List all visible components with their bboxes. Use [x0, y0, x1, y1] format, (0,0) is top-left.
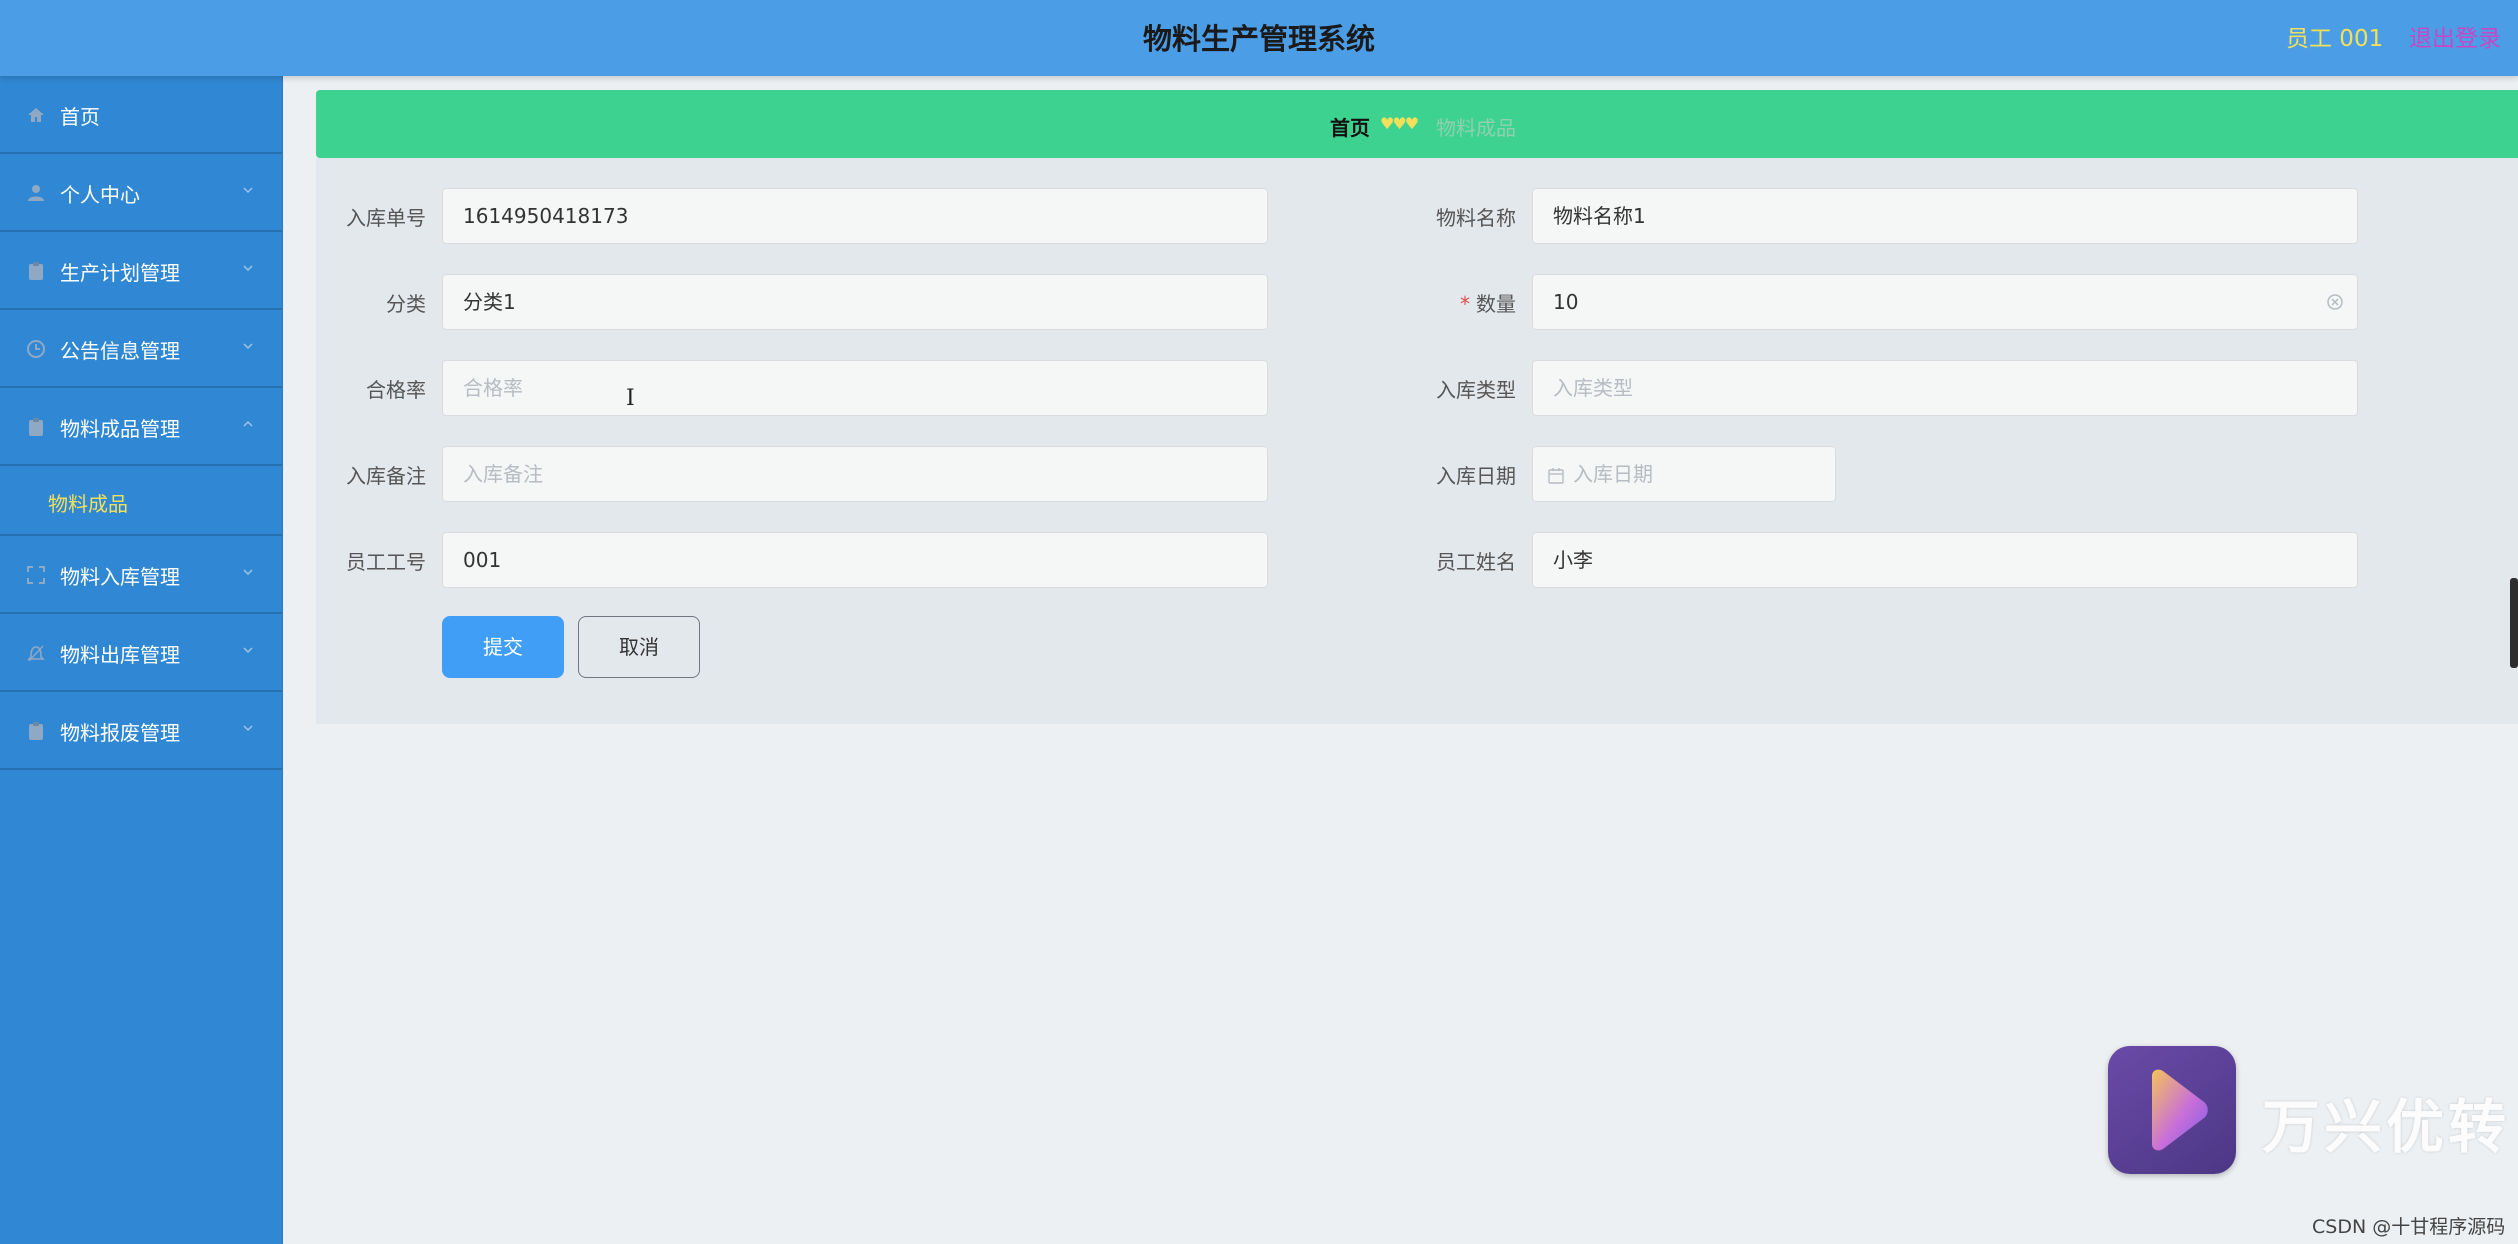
sidebar-subitem-label: 物料成品 [48, 492, 128, 516]
sidebar-subitem-finished-material[interactable]: 物料成品 [0, 466, 282, 536]
sidebar-item-personal-center[interactable]: 个人中心 [0, 154, 282, 232]
home-icon [28, 108, 44, 122]
employee-name-input[interactable]: 小李 [1532, 532, 2358, 588]
sidebar-item-material-outbound[interactable]: 物料出库管理 [0, 614, 282, 692]
chevron-down-icon [243, 265, 253, 272]
sidebar-item-announcement[interactable]: 公告信息管理 [0, 310, 282, 388]
sidebar-item-label: 公告信息管理 [60, 339, 180, 363]
sidebar-item-label: 物料成品管理 [60, 417, 180, 441]
breadcrumb-home[interactable]: 首页 [1330, 112, 1370, 141]
quantity-label: * 数量 [1406, 288, 1516, 317]
sidebar-item-label: 个人中心 [60, 183, 140, 207]
entry-date-placeholder: 入库日期 [1573, 462, 1653, 486]
material-name-label: 物料名称 [1436, 206, 1516, 230]
chevron-down-icon [243, 343, 253, 350]
cancel-button[interactable]: 取消 [578, 616, 700, 678]
clipboard-icon [29, 262, 43, 280]
sidebar-item-finished-material[interactable]: 物料成品管理 [0, 388, 282, 466]
submit-button[interactable]: 提交 [442, 616, 564, 678]
category-label: 分类 [386, 292, 426, 316]
chevron-up-icon [243, 420, 253, 427]
sidebar-item-production-plan[interactable]: 生产计划管理 [0, 232, 282, 310]
app-title: 物料生产管理系统 [1142, 22, 1375, 56]
employee-name-label: 员工姓名 [1436, 550, 1516, 574]
material-name-input[interactable]: 物料名称1 [1532, 188, 2358, 244]
quantity-input[interactable]: 10 [1532, 274, 2358, 330]
logout-link[interactable]: 退出登录 [2409, 19, 2501, 53]
required-mark: * [1460, 292, 1470, 316]
entry-remark-label: 入库备注 [346, 464, 426, 488]
breadcrumb-heart-separator: ♥♥♥ [1380, 114, 1419, 133]
clear-icon[interactable] [2325, 292, 2345, 312]
sidebar-item-material-scrap[interactable]: 物料报废管理 [0, 692, 282, 770]
scrollbar-thumb[interactable] [2510, 578, 2518, 668]
pass-rate-input[interactable]: 合格率 [442, 360, 1268, 416]
entry-type-select[interactable]: 入库类型 [1532, 360, 2358, 416]
fullscreen-icon [27, 566, 45, 584]
chevron-down-icon [243, 569, 253, 576]
play-icon [2152, 1069, 2208, 1151]
entry-no-input[interactable]: 1614950418173 [442, 188, 1268, 244]
quantity-value: 10 [1553, 290, 1579, 314]
sidebar-item-label: 首页 [60, 105, 100, 129]
clock-icon [27, 340, 45, 358]
chevron-down-icon [243, 187, 253, 194]
csdn-watermark: CSDN @十甘程序源码 [2312, 1216, 2506, 1238]
text-cursor-icon: I [626, 386, 635, 411]
user-icon [28, 185, 44, 201]
category-input[interactable]: 分类1 [442, 274, 1268, 330]
entry-date-label: 入库日期 [1436, 464, 1516, 488]
top-header: 物料生产管理系统 员工 001 退出登录 [0, 0, 2518, 76]
sidebar: 首页 个人中心 生产计划管理 公告信息管理 物料成品管理 物料成品 物料入库管理… [0, 76, 283, 1244]
sidebar-item-label: 生产计划管理 [60, 261, 180, 285]
entry-date-picker[interactable]: 入库日期 [1532, 446, 1836, 502]
current-user-label: 员工 001 [2286, 26, 2384, 52]
clipboard-icon [29, 418, 43, 436]
sidebar-item-label: 物料出库管理 [60, 643, 180, 667]
entry-remark-input[interactable]: 入库备注 [442, 446, 1268, 502]
bell-icon [27, 645, 45, 662]
entry-type-label: 入库类型 [1436, 378, 1516, 402]
employee-no-label: 员工工号 [346, 550, 426, 574]
breadcrumb-current: 物料成品 [1436, 116, 1516, 140]
breadcrumb: 首页 ♥♥♥ 物料成品 [316, 90, 2518, 158]
sidebar-item-label: 物料报废管理 [60, 721, 180, 745]
sidebar-item-material-inbound[interactable]: 物料入库管理 [0, 536, 282, 614]
sidebar-item-label: 物料入库管理 [60, 565, 180, 589]
watermark-logo [2108, 1046, 2236, 1174]
chevron-down-icon [243, 647, 253, 654]
employee-no-input[interactable]: 001 [442, 532, 1268, 588]
quantity-label-text: 数量 [1476, 292, 1516, 316]
watermark-brand-text: 万兴优转 [2262, 1093, 2511, 1161]
pass-rate-label: 合格率 [366, 378, 426, 402]
sidebar-item-home[interactable]: 首页 [0, 76, 282, 154]
chevron-down-icon [243, 725, 253, 732]
entry-no-label: 入库单号 [346, 206, 426, 230]
calendar-icon [1548, 467, 1564, 484]
clipboard-icon [29, 722, 43, 740]
